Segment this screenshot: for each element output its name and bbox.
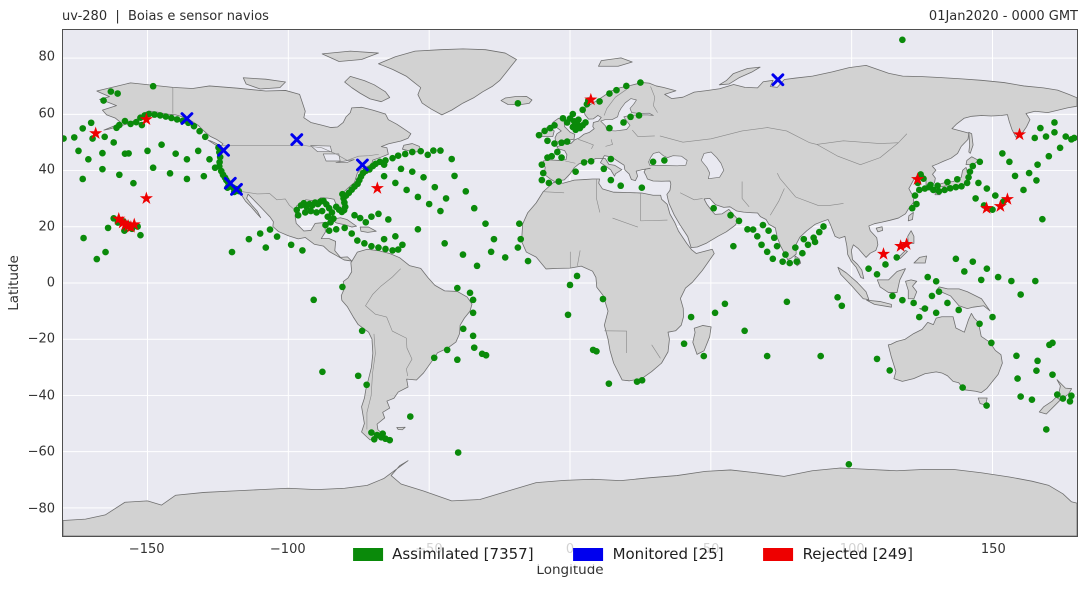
legend-label: Monitored [25]	[612, 545, 724, 563]
y-tick-label: −40	[27, 388, 55, 404]
y-tick-label: −60	[27, 444, 55, 460]
y-tick-label: 80	[38, 49, 55, 65]
legend-swatch-assimilated-icon	[353, 547, 384, 561]
y-tick-label: 0	[46, 275, 55, 291]
legend-item-rejected: Rejected [249]	[763, 545, 913, 563]
world-map	[63, 30, 1077, 536]
x-tick-label: −100	[269, 542, 306, 557]
legend-label: Rejected [249]	[802, 545, 913, 563]
legend-item-assimilated: Assimilated [7357]	[353, 545, 534, 563]
legend-swatch-monitored-icon	[573, 547, 604, 561]
legend-item-monitored: Monitored [25]	[573, 545, 724, 563]
y-tick-label: 60	[38, 106, 55, 122]
legend: Assimilated [7357] Monitored [25] Rejected…	[341, 542, 925, 566]
timestamp-label: 01Jan2020 - 0000 GMT	[928, 9, 1078, 24]
map-plot-area: Assimilated [7357] Monitored [25] Rejected…	[62, 29, 1078, 566]
y-tick-label: −20	[27, 331, 55, 347]
page-title: uv-280 | Boias e sensor navios	[62, 9, 269, 24]
y-axis-label: Latitude	[6, 255, 22, 311]
legend-label: Assimilated [7357]	[392, 545, 534, 563]
legend-swatch-rejected-icon	[763, 547, 794, 561]
y-tick-label: −80	[27, 501, 55, 517]
figure: { "header": { "title": "uv-280 | Boias e…	[0, 0, 1087, 590]
x-tick-label: −150	[128, 542, 165, 557]
y-tick-label: 20	[38, 219, 55, 235]
x-tick-label: 150	[980, 542, 1006, 557]
y-tick-label: 40	[38, 162, 55, 178]
